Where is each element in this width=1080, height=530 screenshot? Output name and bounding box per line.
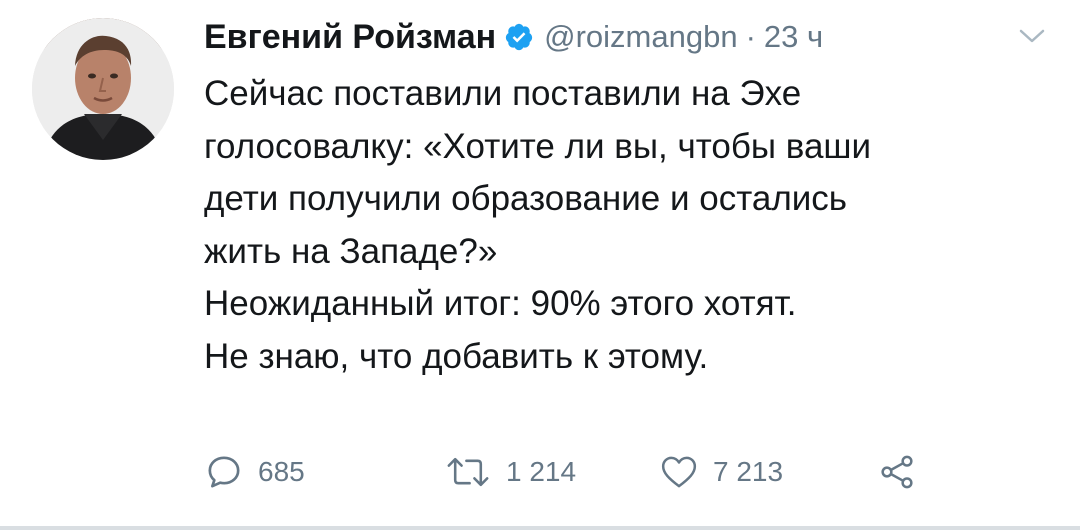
author-handle[interactable]: @roizmangbn: [544, 19, 737, 55]
reply-icon: [208, 456, 240, 488]
avatar[interactable]: [32, 18, 174, 160]
like-button[interactable]: 7 213: [659, 452, 877, 492]
avatar-photo: [32, 18, 174, 160]
heart-icon: [661, 456, 697, 488]
tweet-text-line: дети получили образование и остались: [204, 179, 848, 218]
tweet-header: Евгений Ройзман @roizmangbn · 23 ч: [204, 14, 823, 60]
tweet-timestamp[interactable]: 23 ч: [764, 19, 823, 55]
retweet-icon: [447, 457, 489, 487]
share-icon: [881, 455, 913, 489]
reply-count: 685: [258, 456, 305, 487]
reply-button[interactable]: 685: [204, 452, 444, 492]
tweet-card[interactable]: Евгений Ройзман @roizmangbn · 23 ч Сейча…: [0, 0, 1080, 530]
like-count: 7 213: [713, 456, 784, 487]
tweet-text-line: голосовалку: «Хотите ли вы, чтобы ваши: [204, 126, 872, 166]
retweet-button[interactable]: 1 214: [444, 452, 659, 492]
tweet-text-line: Не знаю, что добавить к этому.: [204, 336, 709, 376]
chevron-down-icon[interactable]: [1018, 26, 1046, 46]
tweet-text-line: Сейчас поставили поставили на Эхе: [204, 74, 802, 113]
tweet-text-line: жить на Западе?»: [204, 231, 498, 271]
verified-badge-icon: [504, 22, 534, 52]
tweet-text: Сейчас поставили поставили на Эхе голосо…: [204, 68, 1024, 383]
tweet-text-line: Неожиданный итог: 90% этого хотят.: [204, 284, 797, 323]
author-name[interactable]: Евгений Ройзман: [204, 18, 496, 57]
divider: [0, 526, 1080, 530]
share-button[interactable]: [877, 452, 917, 492]
retweet-count: 1 214: [506, 456, 577, 487]
separator-dot: ·: [745, 19, 756, 54]
tweet-actions: 685 1 214 7 213: [204, 446, 917, 498]
